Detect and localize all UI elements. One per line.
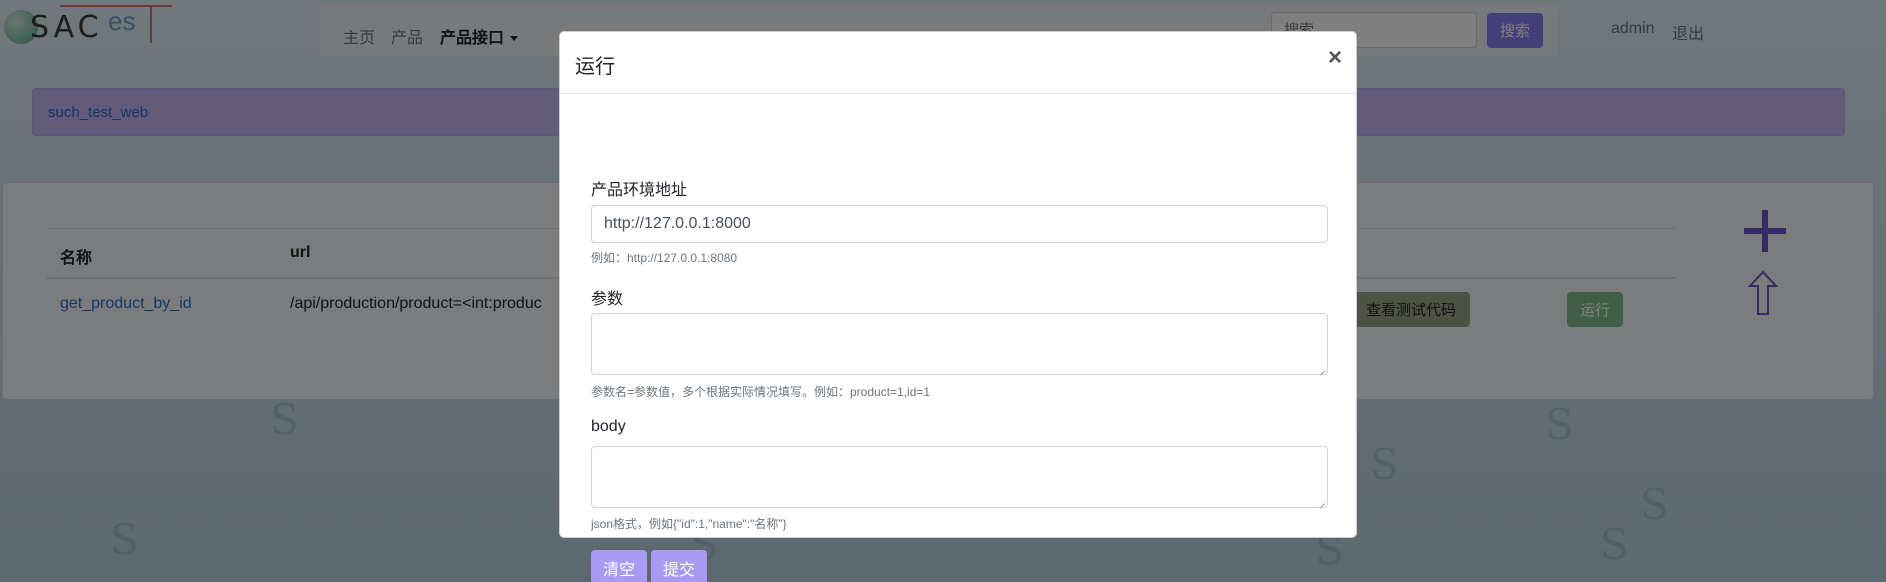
- submit-button[interactable]: 提交: [651, 550, 707, 582]
- resize-handle-icon[interactable]: [1318, 497, 1326, 505]
- params-textarea[interactable]: [591, 313, 1328, 375]
- body-label: body: [591, 418, 626, 435]
- params-help: 参数名=参数值，多个根据实际情况填写。例如：product=1,id=1: [591, 385, 931, 399]
- body-help: json格式，例如{"id":1,"name":"名称"}: [591, 517, 787, 531]
- params-label: 参数: [591, 291, 624, 308]
- body-textarea[interactable]: [591, 446, 1328, 508]
- env-url-label: 产品环境地址: [591, 182, 688, 199]
- resize-handle-icon[interactable]: [1318, 364, 1326, 372]
- env-url-input[interactable]: [591, 205, 1328, 243]
- run-modal: 运行 × 产品环境地址 例如：http://127.0.0.1:8080 参数 …: [559, 31, 1357, 582]
- close-icon[interactable]: ×: [1328, 46, 1342, 70]
- modal-header: 运行 ×: [560, 32, 1356, 94]
- clear-button[interactable]: 清空: [591, 550, 647, 582]
- modal-title: 运行: [575, 56, 615, 78]
- env-url-help: 例如：http://127.0.0.1:8080: [591, 251, 738, 265]
